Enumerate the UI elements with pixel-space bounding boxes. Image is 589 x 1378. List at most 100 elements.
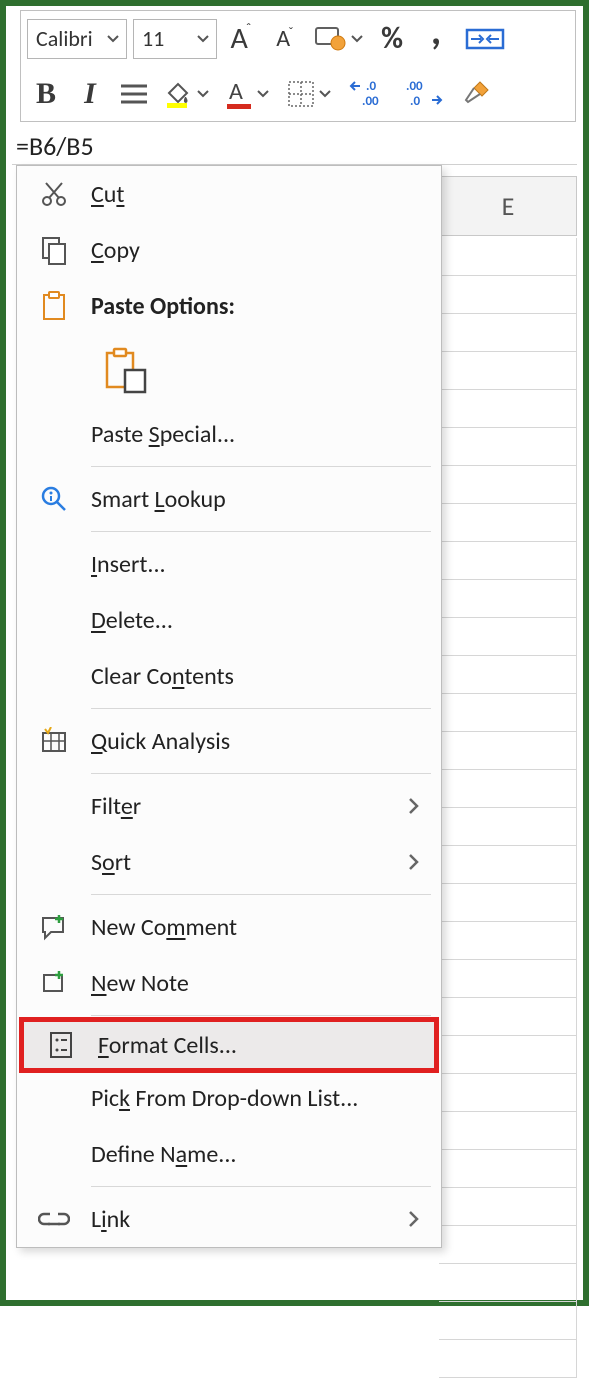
format-cells-icon <box>24 1030 98 1060</box>
bold-icon: B <box>36 77 56 111</box>
decrease-decimal-button[interactable]: .00.0 <box>401 72 451 116</box>
grid-cell[interactable] <box>439 1264 577 1302</box>
ctx-filter[interactable]: Filter <box>17 778 441 834</box>
grid-cell[interactable] <box>439 960 577 998</box>
column-header-label: E <box>502 190 515 222</box>
grid-cell[interactable] <box>439 1112 577 1150</box>
grid-cell[interactable] <box>439 922 577 960</box>
separator <box>91 708 431 709</box>
ctx-paste-options-heading: Paste Options: <box>17 278 441 334</box>
ctx-quick-analysis[interactable]: Quick Analysis <box>17 713 441 769</box>
grid-cell[interactable] <box>439 998 577 1036</box>
ctx-clear-contents[interactable]: Clear Contents <box>17 648 441 704</box>
ctx-paste-default[interactable] <box>17 334 441 406</box>
increase-font-button[interactable]: Aˆ <box>223 17 261 61</box>
grid-cell[interactable] <box>439 846 577 884</box>
grid-cell[interactable] <box>439 1074 577 1112</box>
grid-cell[interactable] <box>439 1036 577 1074</box>
accounting-format-button[interactable] <box>311 17 367 61</box>
grid-cell[interactable] <box>439 504 577 542</box>
ctx-link[interactable]: Link <box>17 1191 441 1247</box>
ctx-new-note[interactable]: New Note <box>17 955 441 1011</box>
italic-icon: I <box>84 77 96 111</box>
grid-cell[interactable] <box>439 1226 577 1264</box>
grid-cell[interactable] <box>439 1188 577 1226</box>
caret-down-icon: ˇ <box>288 24 294 41</box>
merge-center-button[interactable] <box>461 17 509 61</box>
ctx-copy[interactable]: Copy <box>17 222 441 278</box>
ctx-define-name[interactable]: Define Name... <box>17 1126 441 1182</box>
font-name-value: Calibri <box>36 25 93 52</box>
caret-up-icon: ˆ <box>246 20 252 37</box>
grid-cell[interactable] <box>439 580 577 618</box>
grid-cell[interactable] <box>439 808 577 846</box>
font-size-select[interactable]: 11 <box>133 19 217 59</box>
fill-color-button[interactable] <box>159 72 215 116</box>
grid-cell[interactable] <box>439 1340 577 1378</box>
quick-analysis-icon <box>17 727 91 755</box>
toolbar-row-1: Calibri 11 Aˆ Aˇ <box>21 11 575 66</box>
decrease-decimal-icon: .00.0 <box>404 78 448 110</box>
grid-cell[interactable] <box>439 428 577 466</box>
font-name-select[interactable]: Calibri <box>27 19 127 59</box>
formula-bar[interactable]: =B6/B5 <box>12 127 577 165</box>
paintbrush-icon <box>460 78 492 110</box>
ctx-sort[interactable]: Sort <box>17 834 441 890</box>
italic-button[interactable]: I <box>71 72 109 116</box>
grid-cell[interactable] <box>439 276 577 314</box>
grid-cell[interactable] <box>439 352 577 390</box>
svg-text:.0: .0 <box>366 79 376 94</box>
chevron-down-icon <box>319 88 331 100</box>
clipboard-icon <box>17 290 91 322</box>
separator <box>91 894 431 895</box>
ctx-paste-special[interactable]: Paste Special... <box>17 406 441 462</box>
decrease-font-button[interactable]: Aˇ <box>267 17 305 61</box>
format-painter-button[interactable] <box>457 72 495 116</box>
align-icon <box>119 82 149 106</box>
smart-lookup-icon <box>17 484 91 514</box>
grid-cell[interactable] <box>439 1150 577 1188</box>
coin-icon <box>315 25 347 53</box>
ctx-label: Copy <box>91 236 427 265</box>
increase-decimal-button[interactable]: .0.00 <box>345 72 395 116</box>
svg-text:.00: .00 <box>362 94 379 109</box>
bold-button[interactable]: B <box>27 72 65 116</box>
comment-icon <box>17 913 91 941</box>
ctx-label: Clear Contents <box>91 662 427 691</box>
ctx-new-comment[interactable]: New Comment <box>17 899 441 955</box>
ctx-label: Sort <box>91 848 401 877</box>
grid-cell[interactable] <box>439 542 577 580</box>
borders-button[interactable] <box>283 72 339 116</box>
ctx-format-cells[interactable]: Format Cells... <box>19 1017 439 1073</box>
ctx-pick-from-list[interactable]: Pick From Drop-down List... <box>17 1070 441 1126</box>
grid-rows[interactable] <box>439 238 577 1294</box>
ctx-insert[interactable]: Insert... <box>17 536 441 592</box>
ctx-cut[interactable]: Cut <box>17 166 441 222</box>
ctx-delete[interactable]: Delete... <box>17 592 441 648</box>
percent-icon: % <box>381 20 403 57</box>
grid-cell[interactable] <box>439 732 577 770</box>
app-frame: Calibri 11 Aˆ Aˇ <box>0 0 589 1306</box>
grid-cell[interactable] <box>439 770 577 808</box>
percent-button[interactable]: % <box>373 17 411 61</box>
align-button[interactable] <box>115 72 153 116</box>
chevron-down-icon <box>257 88 269 100</box>
grid-cell[interactable] <box>439 656 577 694</box>
grid-cell[interactable] <box>439 618 577 656</box>
grid-cell[interactable] <box>439 884 577 922</box>
grid-cell[interactable] <box>439 1302 577 1340</box>
grid-cell[interactable] <box>439 238 577 276</box>
ctx-label: Filter <box>91 792 401 821</box>
chevron-right-icon <box>401 1209 427 1229</box>
grid-cell[interactable] <box>439 466 577 504</box>
column-header-e[interactable]: E <box>439 176 577 236</box>
grid-cell[interactable] <box>439 390 577 428</box>
comma-style-button[interactable]: , <box>417 17 455 61</box>
merge-icon <box>465 24 505 54</box>
svg-text:.0: .0 <box>410 94 420 109</box>
separator <box>91 466 431 467</box>
ctx-smart-lookup[interactable]: Smart Lookup <box>17 471 441 527</box>
grid-cell[interactable] <box>439 694 577 732</box>
grid-cell[interactable] <box>439 314 577 352</box>
font-color-button[interactable]: A <box>221 72 277 116</box>
